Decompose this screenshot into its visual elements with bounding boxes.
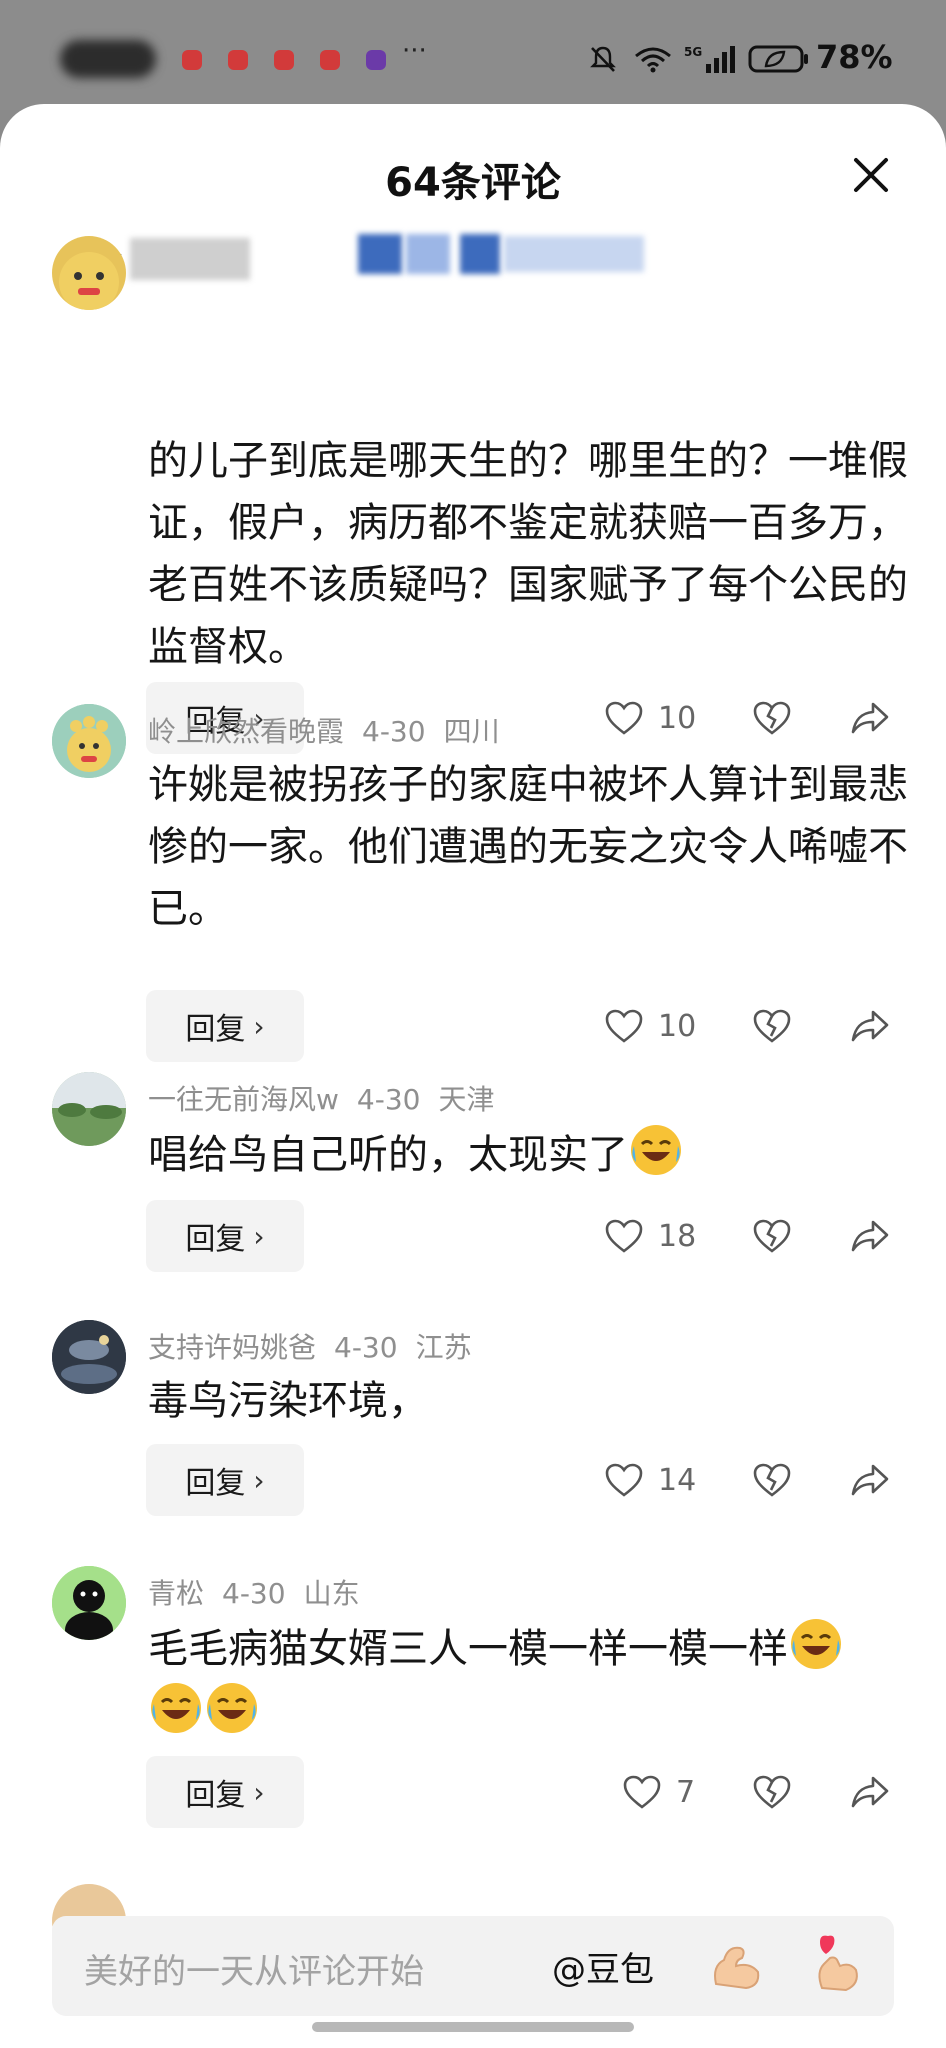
close-icon[interactable] <box>850 154 892 196</box>
broken-heart-icon[interactable] <box>752 700 792 736</box>
reply-button[interactable]: 回复 › <box>146 1200 304 1272</box>
redacted-block <box>406 234 450 274</box>
username[interactable]: 支持许妈姚爸 <box>148 1331 316 1364</box>
user-avatar[interactable] <box>52 704 126 778</box>
comment-body: 毛毛病猫女婿三人一模一样一模一样 <box>148 1616 928 1744</box>
like-count: 10 <box>658 700 697 736</box>
share-arrow-icon[interactable] <box>850 1008 890 1044</box>
reply-button[interactable]: 回复 › <box>146 990 304 1062</box>
heart-outline-icon <box>605 1219 643 1253</box>
reply-label: 回复 <box>185 1778 246 1813</box>
like-count: 10 <box>658 1008 697 1044</box>
user-avatar[interactable] <box>52 236 126 310</box>
laughing-crying-emoji <box>791 1619 841 1669</box>
reply-label: 回复 <box>185 1012 246 1047</box>
status-bar: ··· 5G 78% <box>0 0 946 110</box>
broken-heart-icon[interactable] <box>752 1462 792 1498</box>
svg-text:5G: 5G <box>684 45 702 59</box>
comment-location: 四川 <box>443 715 500 748</box>
comment-date: 4-30 <box>356 1083 421 1116</box>
comment-text: 毛毛病猫女婿三人一模一样一模一样 <box>148 1626 788 1672</box>
comment-text: 毒鸟污染环境， <box>148 1378 428 1424</box>
home-indicator <box>312 2022 634 2032</box>
comment-text: 许姚是被拐孩子的家庭中被坏人算计到最悲惨的一家。他们遭遇的无妄之灾令人唏嘘不已。 <box>148 762 908 932</box>
notification-icon <box>182 50 202 70</box>
notification-icon <box>366 50 386 70</box>
cellular-signal-icon: 5G <box>684 45 735 73</box>
heart-outline-icon <box>605 1463 643 1497</box>
mention-doubao-button[interactable]: @豆包 <box>552 1942 654 1991</box>
share-arrow-icon[interactable] <box>850 700 890 736</box>
comment-date: 4-30 <box>334 1331 398 1364</box>
redacted-block <box>130 238 250 280</box>
heart-outline-icon <box>623 1775 661 1809</box>
blurred-carrier-name <box>60 40 156 78</box>
flexed-biceps-emoji[interactable] <box>706 1936 766 1996</box>
comment-meta: 岭上欣然看晚霞 4-30 四川 <box>148 710 518 750</box>
comment-meta: 一往无前海风w 4-30 天津 <box>148 1078 512 1118</box>
like-count: 14 <box>658 1462 697 1498</box>
comment-body: 唱给鸟自己听的，太现实了 <box>148 1122 908 1186</box>
share-arrow-icon[interactable] <box>850 1218 890 1254</box>
comment-text: 的儿子到底是哪天生的？哪里生的？一堆假证，假户，病历都不鉴定就获赔一百多万，老百… <box>148 438 908 670</box>
comment-text: 唱给鸟自己听的，太现实了 <box>148 1132 628 1178</box>
more-notifications-icon: ··· <box>402 36 427 66</box>
username[interactable]: 一往无前海风w <box>148 1083 339 1116</box>
mute-bell-icon <box>590 46 616 72</box>
battery-icon <box>748 45 808 73</box>
broken-heart-icon[interactable] <box>752 1008 792 1044</box>
like-count: 18 <box>658 1218 697 1254</box>
comment-meta: 青松 4-30 山东 <box>148 1572 378 1612</box>
broken-heart-icon[interactable] <box>752 1774 792 1810</box>
redacted-block <box>504 236 644 272</box>
comment-location: 江苏 <box>415 1331 472 1364</box>
like-button[interactable]: 7 <box>622 1774 695 1810</box>
share-arrow-icon[interactable] <box>850 1462 890 1498</box>
like-button[interactable]: 14 <box>604 1462 696 1498</box>
user-avatar[interactable] <box>52 1320 126 1394</box>
broken-heart-icon[interactable] <box>752 1218 792 1254</box>
username[interactable]: 岭上欣然看晚霞 <box>148 715 344 748</box>
user-avatar[interactable] <box>52 1072 126 1146</box>
comments-sheet: 64条评论 大家 的儿子到底是哪天生的？哪里生的？一堆假证，假户，病历都不鉴定就… <box>0 104 946 2048</box>
heart-outline-icon <box>605 1009 643 1043</box>
like-button[interactable]: 10 <box>604 1008 696 1044</box>
share-arrow-icon[interactable] <box>850 1774 890 1810</box>
like-button[interactable]: 18 <box>604 1218 696 1254</box>
sheet-title: 64条评论 <box>385 160 561 206</box>
notification-icon <box>320 50 340 70</box>
input-placeholder: 美好的一天从评论开始 <box>84 1952 424 1992</box>
wifi-icon <box>635 47 671 73</box>
comment-date: 4-30 <box>362 715 426 748</box>
battery-percent: 78% <box>816 38 893 76</box>
finger-heart-emoji[interactable] <box>806 1932 866 1996</box>
comment-location: 天津 <box>438 1083 495 1116</box>
comment-meta: 支持许妈姚爸 4-30 江苏 <box>148 1326 490 1366</box>
reply-button[interactable]: 回复 › <box>146 1756 304 1828</box>
laughing-crying-emoji <box>151 1683 201 1733</box>
redacted-block <box>358 234 402 274</box>
laughing-crying-emoji <box>631 1125 681 1175</box>
comment-input[interactable]: 美好的一天从评论开始 @豆包 <box>52 1916 894 2016</box>
redacted-block <box>460 234 500 274</box>
reply-label: 回复 <box>185 1466 246 1501</box>
username[interactable]: 青松 <box>148 1577 204 1610</box>
notification-icon <box>274 50 294 70</box>
user-avatar[interactable] <box>52 1566 126 1640</box>
like-button[interactable]: 10 <box>604 700 696 736</box>
reply-label: 回复 <box>185 1222 246 1257</box>
reply-button[interactable]: 回复 › <box>146 1444 304 1516</box>
comment-location: 山东 <box>303 1577 360 1610</box>
laughing-crying-emoji <box>207 1683 257 1733</box>
comment-date: 4-30 <box>222 1577 286 1610</box>
notification-icon <box>228 50 248 70</box>
like-count: 7 <box>676 1774 696 1810</box>
heart-outline-icon <box>605 701 643 735</box>
